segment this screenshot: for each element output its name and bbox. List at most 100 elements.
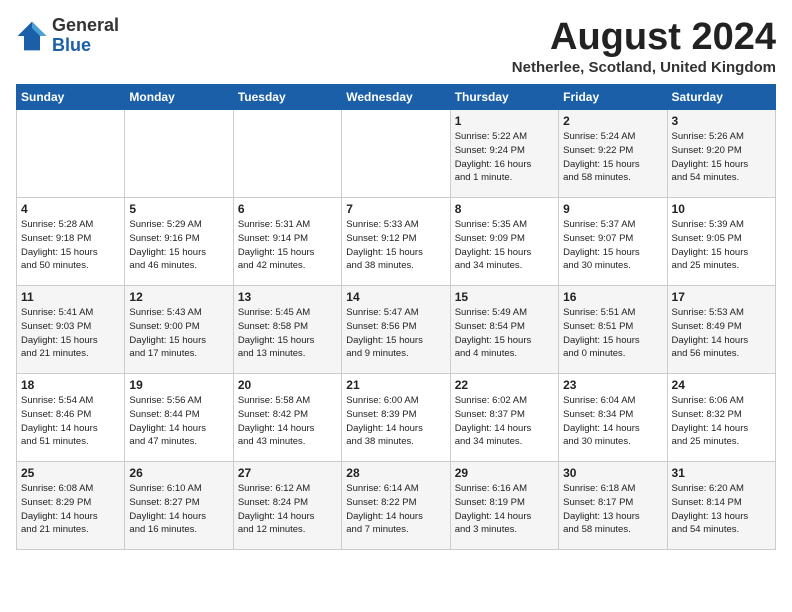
day-number: 27 [238, 466, 337, 480]
day-number: 21 [346, 378, 445, 392]
logo-icon [16, 20, 48, 52]
day-info: Sunrise: 6:12 AM Sunset: 8:24 PM Dayligh… [238, 482, 337, 537]
day-number: 5 [129, 202, 228, 216]
calendar-cell: 28Sunrise: 6:14 AM Sunset: 8:22 PM Dayli… [342, 462, 450, 550]
week-row-2: 4 Sunrise: 5:28 AM Sunset: 9:18 PM Daylig… [17, 198, 776, 286]
day-info: Sunrise: 5:47 AM Sunset: 8:56 PM Dayligh… [346, 306, 445, 361]
day-number: 15 [455, 290, 554, 304]
calendar-cell [125, 110, 233, 198]
day-info: Sunrise: 5:41 AM Sunset: 9:03 PM Dayligh… [21, 306, 120, 361]
calendar-cell: 9 Sunrise: 5:37 AM Sunset: 9:07 PM Daylig… [559, 198, 667, 286]
col-header-sunday: Sunday [17, 85, 125, 110]
day-info: Sunrise: 6:00 AM Sunset: 8:39 PM Dayligh… [346, 394, 445, 449]
day-info: Sunrise: 6:18 AM Sunset: 8:17 PM Dayligh… [563, 482, 662, 537]
day-info: Sunrise: 5:56 AM Sunset: 8:44 PM Dayligh… [129, 394, 228, 449]
week-row-3: 11 Sunrise: 5:41 AM Sunset: 9:03 PM Dayli… [17, 286, 776, 374]
calendar-cell: 13 Sunrise: 5:45 AM Sunset: 8:58 PM Dayli… [233, 286, 341, 374]
day-info: Sunrise: 5:49 AM Sunset: 8:54 PM Dayligh… [455, 306, 554, 361]
day-info: Sunrise: 5:33 AM Sunset: 9:12 PM Dayligh… [346, 218, 445, 273]
calendar-cell: 2 Sunrise: 5:24 AM Sunset: 9:22 PM Daylig… [559, 110, 667, 198]
day-number: 22 [455, 378, 554, 392]
calendar-cell: 6 Sunrise: 5:31 AM Sunset: 9:14 PM Daylig… [233, 198, 341, 286]
calendar-cell: 27 Sunrise: 6:12 AM Sunset: 8:24 PM Dayli… [233, 462, 341, 550]
day-info: Sunrise: 5:37 AM Sunset: 9:07 PM Dayligh… [563, 218, 662, 273]
calendar-cell: 31Sunrise: 6:20 AM Sunset: 8:14 PM Dayli… [667, 462, 775, 550]
logo-blue: Blue [52, 36, 119, 56]
day-info: Sunrise: 6:10 AM Sunset: 8:27 PM Dayligh… [129, 482, 228, 537]
day-number: 20 [238, 378, 337, 392]
day-number: 19 [129, 378, 228, 392]
calendar-cell: 22Sunrise: 6:02 AM Sunset: 8:37 PM Dayli… [450, 374, 558, 462]
calendar-cell [342, 110, 450, 198]
day-info: Sunrise: 5:22 AM Sunset: 9:24 PM Dayligh… [455, 130, 554, 185]
calendar-cell [17, 110, 125, 198]
day-number: 12 [129, 290, 228, 304]
location: Netherlee, Scotland, United Kingdom [512, 59, 776, 76]
calendar-cell: 21 Sunrise: 6:00 AM Sunset: 8:39 PM Dayli… [342, 374, 450, 462]
day-number: 2 [563, 114, 662, 128]
day-number: 7 [346, 202, 445, 216]
calendar-cell: 25Sunrise: 6:08 AM Sunset: 8:29 PM Dayli… [17, 462, 125, 550]
week-row-1: 1 Sunrise: 5:22 AM Sunset: 9:24 PM Daylig… [17, 110, 776, 198]
calendar-cell: 29Sunrise: 6:16 AM Sunset: 8:19 PM Dayli… [450, 462, 558, 550]
calendar-cell: 15 Sunrise: 5:49 AM Sunset: 8:54 PM Dayli… [450, 286, 558, 374]
calendar-cell: 5 Sunrise: 5:29 AM Sunset: 9:16 PM Daylig… [125, 198, 233, 286]
day-info: Sunrise: 5:24 AM Sunset: 9:22 PM Dayligh… [563, 130, 662, 185]
day-info: Sunrise: 5:28 AM Sunset: 9:18 PM Dayligh… [21, 218, 120, 273]
calendar-table: SundayMondayTuesdayWednesdayThursdayFrid… [16, 84, 776, 550]
day-info: Sunrise: 5:58 AM Sunset: 8:42 PM Dayligh… [238, 394, 337, 449]
day-number: 4 [21, 202, 120, 216]
day-info: Sunrise: 5:26 AM Sunset: 9:20 PM Dayligh… [672, 130, 771, 185]
calendar-cell: 20 Sunrise: 5:58 AM Sunset: 8:42 PM Dayli… [233, 374, 341, 462]
week-row-5: 25Sunrise: 6:08 AM Sunset: 8:29 PM Dayli… [17, 462, 776, 550]
day-number: 18 [21, 378, 120, 392]
day-number: 1 [455, 114, 554, 128]
calendar-cell: 18Sunrise: 5:54 AM Sunset: 8:46 PM Dayli… [17, 374, 125, 462]
calendar-cell: 4 Sunrise: 5:28 AM Sunset: 9:18 PM Daylig… [17, 198, 125, 286]
day-number: 9 [563, 202, 662, 216]
week-row-4: 18Sunrise: 5:54 AM Sunset: 8:46 PM Dayli… [17, 374, 776, 462]
day-info: Sunrise: 6:06 AM Sunset: 8:32 PM Dayligh… [672, 394, 771, 449]
day-number: 26 [129, 466, 228, 480]
calendar-cell: 23 Sunrise: 6:04 AM Sunset: 8:34 PM Dayli… [559, 374, 667, 462]
calendar-cell: 30 Sunrise: 6:18 AM Sunset: 8:17 PM Dayli… [559, 462, 667, 550]
calendar-cell: 26 Sunrise: 6:10 AM Sunset: 8:27 PM Dayli… [125, 462, 233, 550]
day-number: 11 [21, 290, 120, 304]
day-number: 13 [238, 290, 337, 304]
calendar-cell: 14 Sunrise: 5:47 AM Sunset: 8:56 PM Dayli… [342, 286, 450, 374]
day-info: Sunrise: 5:45 AM Sunset: 8:58 PM Dayligh… [238, 306, 337, 361]
day-number: 8 [455, 202, 554, 216]
col-header-thursday: Thursday [450, 85, 558, 110]
calendar-cell: 24 Sunrise: 6:06 AM Sunset: 8:32 PM Dayli… [667, 374, 775, 462]
day-info: Sunrise: 6:04 AM Sunset: 8:34 PM Dayligh… [563, 394, 662, 449]
calendar-body: 1 Sunrise: 5:22 AM Sunset: 9:24 PM Daylig… [17, 110, 776, 550]
day-number: 30 [563, 466, 662, 480]
calendar-cell [233, 110, 341, 198]
day-info: Sunrise: 5:31 AM Sunset: 9:14 PM Dayligh… [238, 218, 337, 273]
calendar-header: SundayMondayTuesdayWednesdayThursdayFrid… [17, 85, 776, 110]
day-number: 6 [238, 202, 337, 216]
day-number: 23 [563, 378, 662, 392]
logo-general: General [52, 16, 119, 36]
calendar-cell: 11 Sunrise: 5:41 AM Sunset: 9:03 PM Dayli… [17, 286, 125, 374]
day-info: Sunrise: 5:51 AM Sunset: 8:51 PM Dayligh… [563, 306, 662, 361]
day-number: 17 [672, 290, 771, 304]
col-header-friday: Friday [559, 85, 667, 110]
day-number: 24 [672, 378, 771, 392]
calendar-cell: 19 Sunrise: 5:56 AM Sunset: 8:44 PM Dayli… [125, 374, 233, 462]
month-year: August 2024 [512, 16, 776, 59]
day-number: 3 [672, 114, 771, 128]
header-row: SundayMondayTuesdayWednesdayThursdayFrid… [17, 85, 776, 110]
col-header-tuesday: Tuesday [233, 85, 341, 110]
day-info: Sunrise: 5:29 AM Sunset: 9:16 PM Dayligh… [129, 218, 228, 273]
calendar-cell: 16Sunrise: 5:51 AM Sunset: 8:51 PM Dayli… [559, 286, 667, 374]
day-number: 14 [346, 290, 445, 304]
day-info: Sunrise: 5:43 AM Sunset: 9:00 PM Dayligh… [129, 306, 228, 361]
day-info: Sunrise: 6:14 AM Sunset: 8:22 PM Dayligh… [346, 482, 445, 537]
calendar-cell: 1 Sunrise: 5:22 AM Sunset: 9:24 PM Daylig… [450, 110, 558, 198]
day-info: Sunrise: 5:53 AM Sunset: 8:49 PM Dayligh… [672, 306, 771, 361]
header: General Blue August 2024 Netherlee, Scot… [16, 16, 776, 76]
day-number: 10 [672, 202, 771, 216]
day-info: Sunrise: 6:08 AM Sunset: 8:29 PM Dayligh… [21, 482, 120, 537]
day-info: Sunrise: 6:20 AM Sunset: 8:14 PM Dayligh… [672, 482, 771, 537]
